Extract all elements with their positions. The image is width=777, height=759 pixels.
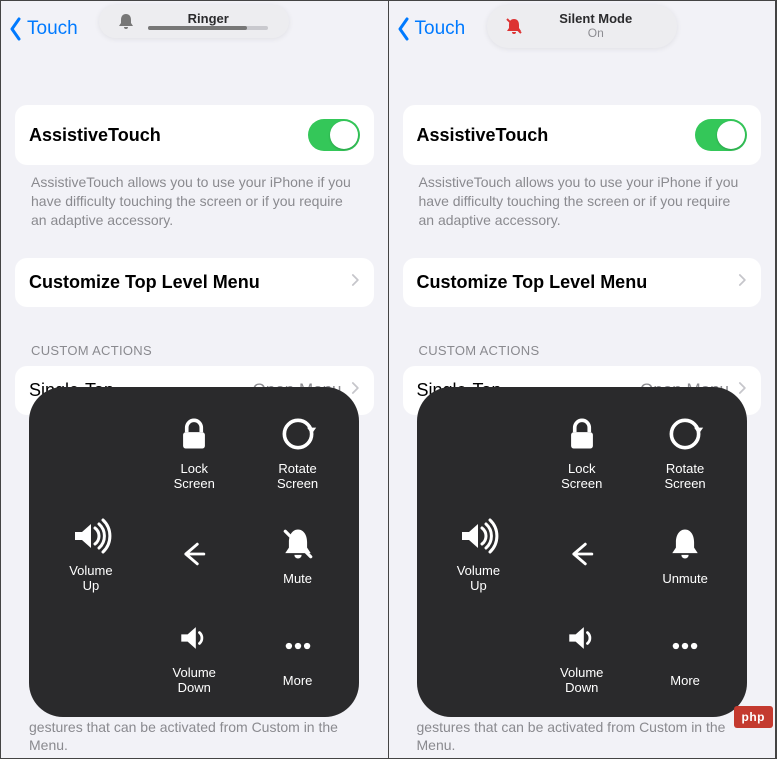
back-chevron-icon bbox=[397, 17, 411, 41]
assistivetouch-cell[interactable]: AssistiveTouch bbox=[403, 105, 762, 165]
silent-mode-hud: Silent Mode On bbox=[487, 5, 677, 48]
customize-menu-label: Customize Top Level Menu bbox=[417, 272, 648, 293]
back-arrow-icon bbox=[172, 532, 216, 576]
assistivetouch-description: AssistiveTouch allows you to use your iP… bbox=[403, 165, 762, 230]
volume-down-icon bbox=[560, 616, 604, 660]
assistivetouch-toggle[interactable] bbox=[695, 119, 747, 151]
customize-menu-cell[interactable]: Customize Top Level Menu bbox=[403, 258, 762, 307]
at-back[interactable] bbox=[530, 532, 633, 576]
rotate-icon bbox=[276, 412, 320, 456]
watermark: php bbox=[734, 706, 774, 728]
lock-icon bbox=[560, 412, 604, 456]
hud-title: Ringer bbox=[188, 11, 229, 26]
at-more-label: More bbox=[670, 674, 700, 689]
more-icon bbox=[663, 624, 707, 668]
at-rotate-screen[interactable]: RotateScreen bbox=[633, 412, 736, 492]
at-unmute-label: Unmute bbox=[662, 572, 708, 587]
at-voldown-label: VolumeDown bbox=[173, 666, 216, 696]
at-voldown-label: VolumeDown bbox=[560, 666, 603, 696]
more-icon bbox=[276, 624, 320, 668]
at-more[interactable]: More bbox=[246, 624, 349, 689]
at-volume-up[interactable]: VolumeUp bbox=[39, 514, 142, 594]
at-mute-label: Mute bbox=[283, 572, 312, 587]
at-lock-label: LockScreen bbox=[174, 462, 215, 492]
volume-down-icon bbox=[172, 616, 216, 660]
bell-slash-icon bbox=[505, 17, 523, 35]
navbar: Touch Silent Mode On bbox=[389, 1, 776, 57]
at-rotate-label: RotateScreen bbox=[277, 462, 318, 492]
at-mute[interactable]: Mute bbox=[246, 522, 349, 587]
at-lock-screen[interactable]: LockScreen bbox=[143, 412, 246, 492]
at-volup-label: VolumeUp bbox=[69, 564, 112, 594]
custom-actions-header: CUSTOM ACTIONS bbox=[403, 343, 762, 366]
ringer-slider bbox=[148, 26, 268, 30]
customize-menu-cell[interactable]: Customize Top Level Menu bbox=[15, 258, 374, 307]
back-label: Touch bbox=[415, 18, 466, 40]
at-lock-screen[interactable]: LockScreen bbox=[530, 412, 633, 492]
footer-text: gestures that can be activated from Cust… bbox=[29, 718, 360, 754]
lock-icon bbox=[172, 412, 216, 456]
back-button[interactable]: Touch bbox=[397, 17, 466, 41]
at-volume-up[interactable]: VolumeUp bbox=[427, 514, 530, 594]
customize-menu-label: Customize Top Level Menu bbox=[29, 272, 260, 293]
footer-text: gestures that can be activated from Cust… bbox=[417, 718, 748, 754]
chevron-right-icon bbox=[737, 380, 747, 401]
at-rotate-screen[interactable]: RotateScreen bbox=[246, 412, 349, 492]
navbar: Touch Ringer bbox=[1, 1, 388, 57]
assistivetouch-overlay: LockScreen RotateScreen VolumeUp Unmute … bbox=[417, 387, 747, 717]
hud-title: Silent Mode bbox=[559, 11, 632, 26]
custom-actions-header: CUSTOM ACTIONS bbox=[15, 343, 374, 366]
volume-up-icon bbox=[456, 514, 500, 558]
assistivetouch-toggle[interactable] bbox=[308, 119, 360, 151]
rotate-icon bbox=[663, 412, 707, 456]
back-chevron-icon bbox=[9, 17, 23, 41]
at-more[interactable]: More bbox=[633, 624, 736, 689]
at-volup-label: VolumeUp bbox=[457, 564, 500, 594]
assistivetouch-cell[interactable]: AssistiveTouch bbox=[15, 105, 374, 165]
bell-icon bbox=[117, 12, 135, 30]
at-more-label: More bbox=[283, 674, 313, 689]
back-label: Touch bbox=[27, 18, 78, 40]
assistivetouch-label: AssistiveTouch bbox=[417, 125, 549, 146]
assistivetouch-label: AssistiveTouch bbox=[29, 125, 161, 146]
back-button[interactable]: Touch bbox=[9, 17, 78, 41]
at-rotate-label: RotateScreen bbox=[664, 462, 705, 492]
assistivetouch-overlay: LockScreen RotateScreen VolumeUp Mute Vo… bbox=[29, 387, 359, 717]
phone-right: Touch Silent Mode On AssistiveTouch Assi… bbox=[389, 1, 777, 758]
ringer-hud: Ringer bbox=[99, 5, 289, 38]
at-back[interactable] bbox=[143, 532, 246, 576]
chevron-right-icon bbox=[737, 272, 747, 293]
unmute-icon bbox=[663, 522, 707, 566]
back-arrow-icon bbox=[560, 532, 604, 576]
at-lock-label: LockScreen bbox=[561, 462, 602, 492]
chevron-right-icon bbox=[350, 272, 360, 293]
volume-up-icon bbox=[69, 514, 113, 558]
at-unmute[interactable]: Unmute bbox=[633, 522, 736, 587]
assistivetouch-description: AssistiveTouch allows you to use your iP… bbox=[15, 165, 374, 230]
phone-left: Touch Ringer AssistiveTouch AssistiveTou… bbox=[1, 1, 389, 758]
at-volume-down[interactable]: VolumeDown bbox=[530, 616, 633, 696]
mute-icon bbox=[276, 522, 320, 566]
chevron-right-icon bbox=[350, 380, 360, 401]
hud-subtitle: On bbox=[588, 26, 604, 40]
at-volume-down[interactable]: VolumeDown bbox=[143, 616, 246, 696]
